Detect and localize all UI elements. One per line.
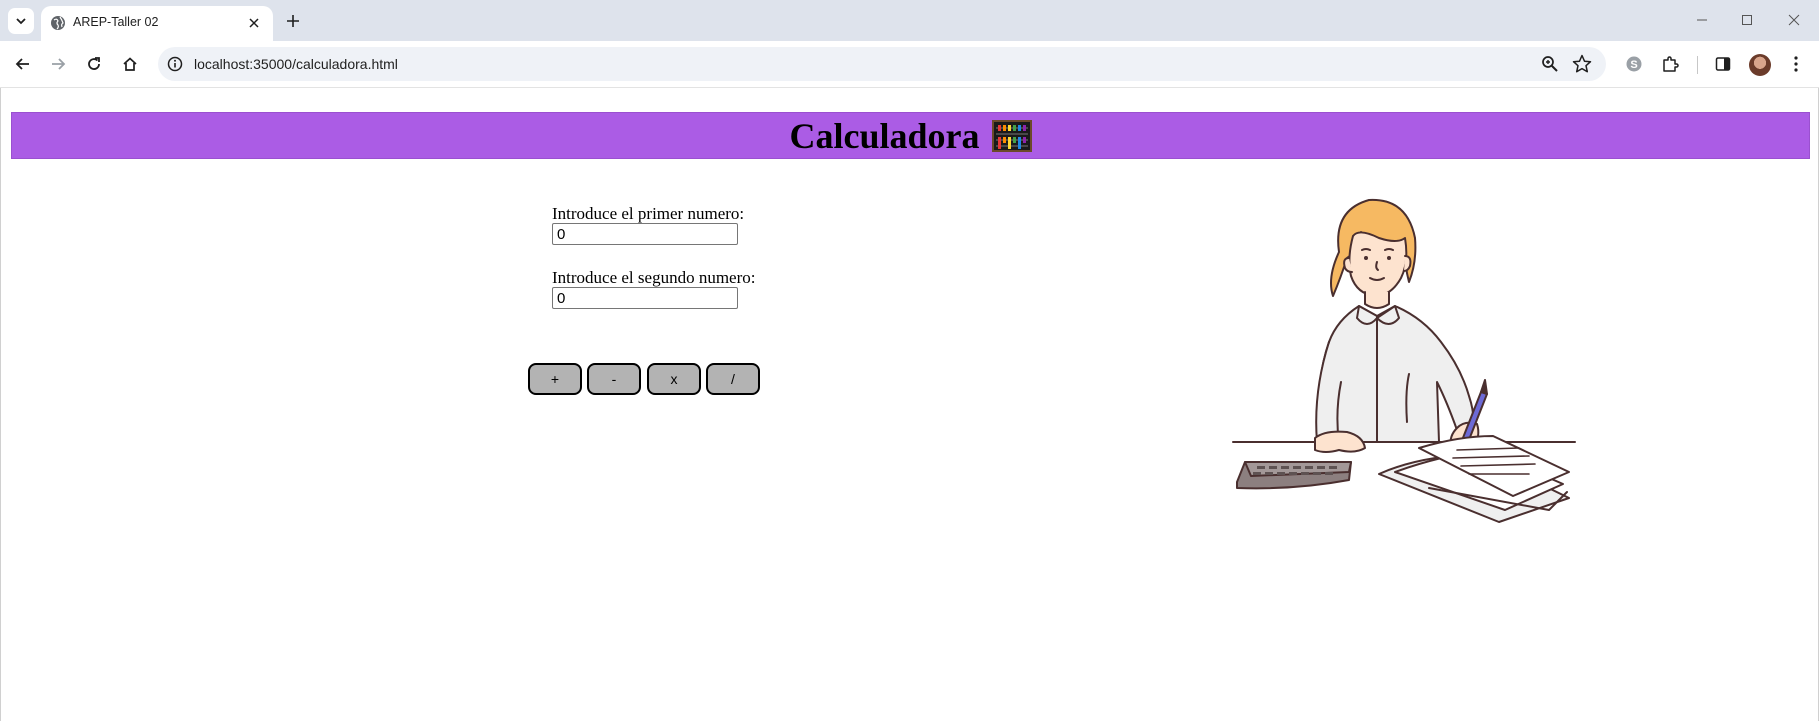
globe-icon (51, 16, 65, 30)
home-button[interactable] (118, 52, 142, 76)
address-bar[interactable]: localhost:35000/calculadora.html (158, 47, 1606, 81)
minimize-button[interactable] (1687, 8, 1717, 32)
svg-text:S: S (1630, 59, 1637, 71)
second-number-label: Introduce el segundo numero: (552, 268, 756, 287)
back-button[interactable] (11, 52, 35, 76)
browser-toolbar: localhost:35000/calculadora.html S (0, 41, 1819, 88)
chevron-down-icon (16, 18, 26, 25)
zoom-icon[interactable] (1540, 54, 1560, 74)
skype-icon: S (1626, 56, 1642, 72)
arrow-left-icon (15, 58, 29, 70)
puzzle-icon (1663, 56, 1679, 72)
header-banner: Calculadora (11, 112, 1810, 159)
close-icon (1788, 14, 1800, 26)
browser-tab[interactable]: AREP-Taller 02 (41, 6, 273, 41)
bookmark-star-icon[interactable] (1571, 53, 1593, 75)
abacus-icon (991, 119, 1032, 152)
reload-icon (88, 57, 100, 70)
multiply-button[interactable]: x (647, 363, 701, 395)
first-number-label: Introduce el primer numero: (552, 204, 745, 223)
home-icon (123, 57, 137, 71)
second-number-input[interactable] (552, 287, 738, 309)
skype-extension-button[interactable]: S (1622, 52, 1646, 76)
arrow-right-icon (52, 58, 66, 70)
plus-icon (287, 15, 299, 27)
maximize-icon (1742, 15, 1752, 25)
page-viewport: Calculadora Introduce el primer numero: … (0, 88, 1819, 721)
minimize-icon (1697, 19, 1707, 21)
site-info-icon[interactable] (165, 54, 185, 74)
close-window-button[interactable] (1779, 8, 1809, 32)
tab-title: AREP-Taller 02 (73, 15, 159, 29)
profile-avatar[interactable] (1749, 54, 1771, 76)
accountant-illustration (1232, 198, 1576, 523)
menu-button[interactable] (1784, 52, 1808, 76)
first-number-input[interactable] (552, 223, 738, 245)
side-panel-icon (1715, 57, 1731, 71)
new-tab-button[interactable] (283, 11, 303, 31)
reload-button[interactable] (82, 52, 106, 76)
browser-tabstrip: AREP-Taller 02 (0, 0, 1819, 41)
subtract-button[interactable]: - (587, 363, 641, 395)
forward-button[interactable] (46, 52, 70, 76)
toolbar-separator (1697, 56, 1698, 74)
more-vertical-icon (1794, 56, 1798, 72)
add-button[interactable]: + (528, 363, 582, 395)
maximize-button[interactable] (1732, 8, 1762, 32)
divide-button[interactable]: / (706, 363, 760, 395)
page-title: Calculadora (789, 115, 980, 156)
tab-close-icon[interactable] (245, 14, 263, 32)
side-panel-button[interactable] (1711, 52, 1735, 76)
url-text[interactable]: localhost:35000/calculadora.html (194, 56, 398, 72)
extensions-button[interactable] (1658, 52, 1682, 76)
tab-search-button[interactable] (8, 8, 34, 34)
